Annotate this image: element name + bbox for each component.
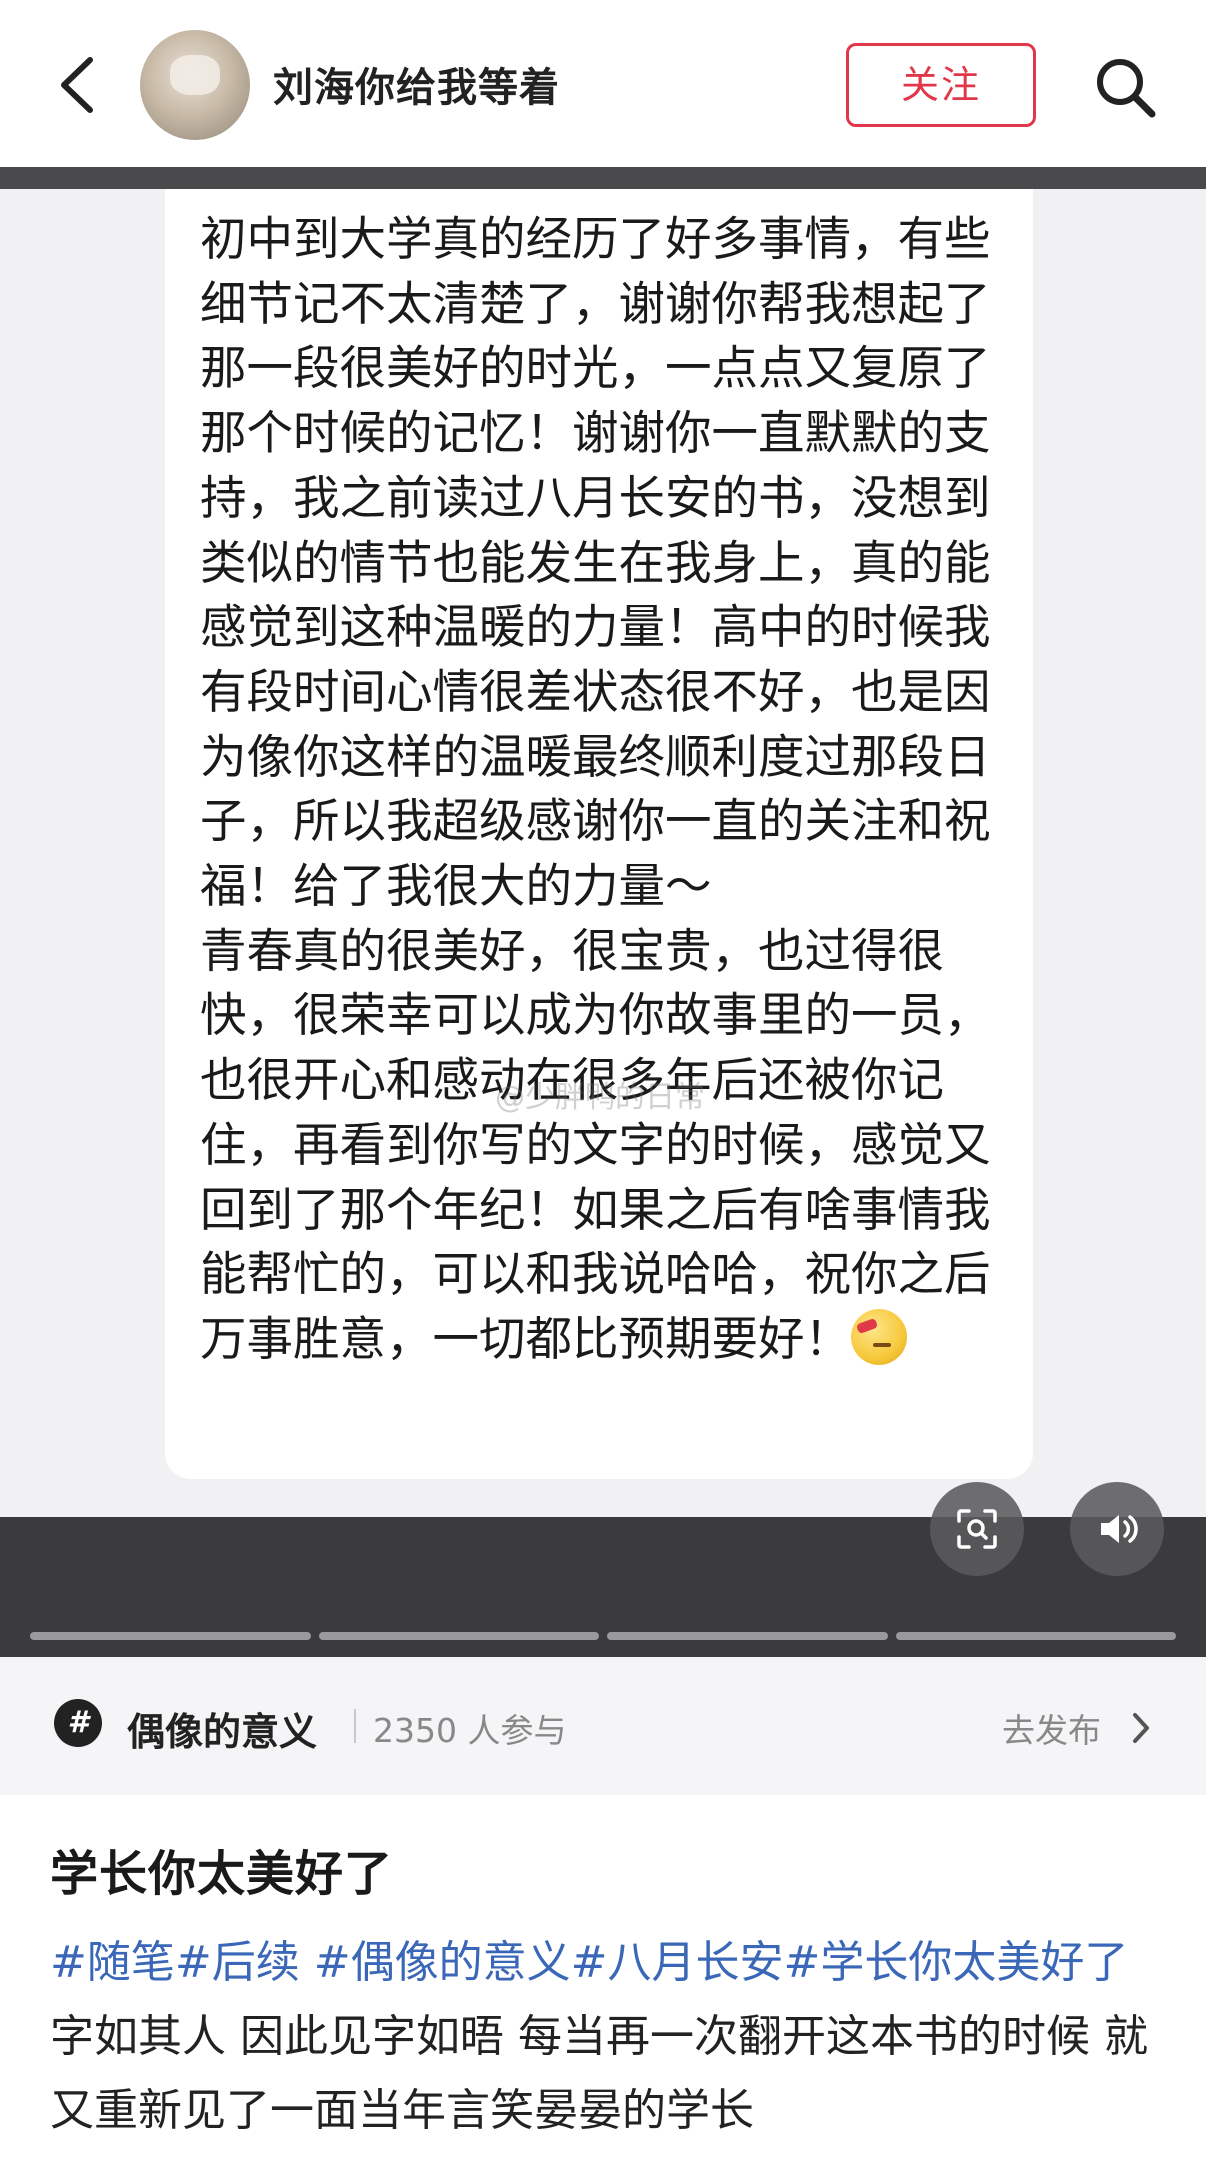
- hashtag-link[interactable]: #随笔: [50, 1937, 175, 1988]
- image-viewer[interactable]: 初中到大学真的经历了好多事情，有些细节记不太清楚了，谢谢你帮我想起了那一段很美好…: [0, 167, 1206, 1657]
- image-progress-indicator: [30, 1632, 1176, 1642]
- topic-bar[interactable]: # 偶像的意义 2350 人参与 去发布: [0, 1657, 1206, 1795]
- post-body-text: 字如其人 因此见字如晤 每当再一次翻开这本书的时候 就又重新见了一面当年言笑晏晏…: [50, 2011, 1148, 2136]
- search-icon: [1097, 59, 1156, 118]
- progress-segment: [318, 1632, 599, 1640]
- go-post-link[interactable]: 去发布: [1002, 1704, 1101, 1752]
- topic-participants: 2350 人参与: [373, 1711, 567, 1750]
- scan-text-button[interactable]: [930, 1482, 1024, 1576]
- watermark: @少胖鸭的日常: [495, 1080, 705, 1115]
- volume-button[interactable]: [1070, 1482, 1164, 1576]
- hashtag-icon: #: [54, 1699, 102, 1747]
- message-body: 初中到大学真的经历了好多事情，有些细节记不太清楚了，谢谢你帮我想起了那一段很美好…: [200, 212, 991, 1366]
- top-bar: 刘海你给我等着 关注: [0, 0, 1206, 167]
- chat-message-bubble: 初中到大学真的经历了好多事情，有些细节记不太清楚了，谢谢你帮我想起了那一段很美好…: [165, 189, 1033, 1479]
- progress-segment: [30, 1632, 311, 1640]
- post-body: #随笔#后续 #偶像的意义#八月长安#学长你太美好了 字如其人 因此见字如晤 每…: [50, 1926, 1170, 2148]
- topic-name[interactable]: 偶像的意义: [127, 1701, 317, 1756]
- hashtag-link[interactable]: #学长你太美好了: [783, 1937, 1128, 1988]
- progress-segment: [895, 1632, 1176, 1640]
- eye-patch-smile-emoji-icon: [851, 1308, 907, 1365]
- avatar[interactable]: [140, 30, 250, 140]
- progress-segment: [607, 1632, 888, 1640]
- media-top-strip: [0, 167, 1206, 189]
- hashtag-link[interactable]: #后续: [175, 1937, 314, 1988]
- search-button[interactable]: [1090, 52, 1160, 122]
- back-button[interactable]: [50, 50, 110, 120]
- scan-text-icon: [957, 1509, 997, 1549]
- post-title: 学长你太美好了: [50, 1846, 394, 1902]
- hashtag-link[interactable]: #偶像的意义: [314, 1937, 571, 1988]
- hashtag-link[interactable]: #八月长安: [571, 1937, 784, 1988]
- chevron-right-icon[interactable]: [1130, 1711, 1152, 1745]
- follow-button[interactable]: 关注: [846, 43, 1036, 127]
- chevron-left-icon: [61, 57, 93, 113]
- divider: [354, 1709, 356, 1743]
- username[interactable]: 刘海你给我等着: [273, 55, 560, 113]
- speaker-icon: [1101, 1515, 1138, 1543]
- message-text: 初中到大学真的经历了好多事情，有些细节记不太清楚了，谢谢你帮我想起了那一段很美好…: [200, 207, 1000, 1372]
